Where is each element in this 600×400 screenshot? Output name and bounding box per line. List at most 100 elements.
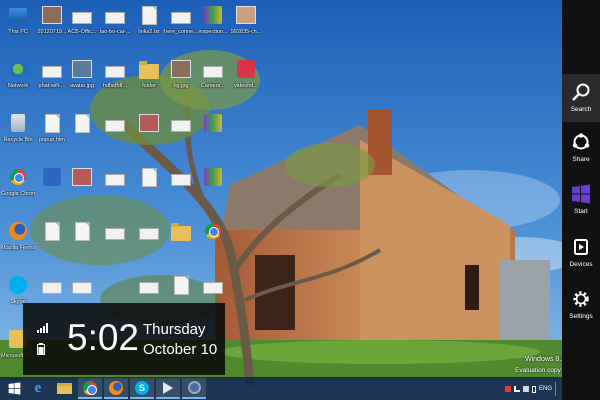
image-icon	[203, 281, 223, 294]
desktop-icon-label: popup.htm	[39, 137, 65, 143]
charm-settings-label: Settings	[569, 313, 593, 320]
image-icon	[171, 11, 191, 24]
charm-settings[interactable]: Settings	[562, 281, 600, 329]
desktop-icon-thumb	[72, 112, 92, 134]
desktop-icon[interactable]: tao-bo-cai-...	[98, 4, 132, 46]
desktop-icon-thumb	[139, 4, 159, 26]
desktop-icon-thumb	[8, 220, 28, 242]
charms-bar: Search Share Start Devices Settings	[562, 0, 600, 400]
desktop-icon-thumb	[203, 4, 223, 26]
desktop-icon[interactable]	[164, 166, 198, 208]
text-file-icon	[141, 5, 157, 25]
taskbar-app[interactable]	[182, 378, 206, 399]
desktop-icon-label: hdfsdfdf...	[102, 83, 128, 89]
desktop-icon[interactable]	[196, 166, 230, 208]
evaluation-watermark: Evaluation copy	[515, 367, 561, 374]
desktop-icon-thumb	[8, 274, 28, 296]
tray-network-icon[interactable]	[513, 386, 520, 392]
desktop-icon[interactable]	[98, 220, 132, 262]
start-button[interactable]	[2, 378, 26, 399]
tray-battery-icon[interactable]	[531, 385, 536, 393]
desktop-icon[interactable]: ACB-Offic...	[65, 4, 99, 46]
desktop-icon[interactable]	[65, 166, 99, 208]
tray-language[interactable]: ENG	[539, 386, 552, 392]
desktop-icon[interactable]: bg.jpg	[164, 58, 198, 100]
desktop-icon[interactable]	[65, 112, 99, 154]
os-version-watermark: Windows 8.1	[525, 356, 566, 363]
desktop-icon[interactable]	[196, 112, 230, 154]
desktop-icon[interactable]: videohd...	[229, 58, 263, 100]
archive-icon	[204, 6, 222, 24]
desktop-icon[interactable]: folder	[132, 58, 166, 100]
taskbar-skype[interactable]: S	[130, 378, 154, 399]
archive-icon	[204, 168, 222, 186]
desktop-icon[interactable]: popup.htm	[35, 112, 69, 154]
desktop-icon-label: videohd...	[234, 83, 258, 89]
desktop-icon[interactable]	[196, 220, 230, 262]
share-icon	[571, 132, 591, 152]
image-icon	[105, 11, 125, 24]
desktop-icon[interactable]	[164, 112, 198, 154]
desktop-icon[interactable]	[65, 220, 99, 262]
clock-time: 5:02	[67, 317, 140, 358]
document-icon	[44, 221, 60, 241]
desktop-icon[interactable]: inspection...	[196, 4, 230, 46]
tray-volume-icon[interactable]	[522, 386, 529, 392]
desktop-icon-thumb	[203, 112, 223, 134]
desktop-icon[interactable]	[98, 166, 132, 208]
taskbar-firefox[interactable]	[104, 378, 128, 399]
desktop-icon[interactable]	[132, 166, 166, 208]
desktop-icon-thumb	[203, 58, 223, 80]
desktop-icon[interactable]: hdfsdfdf...	[98, 58, 132, 100]
desktop-icon[interactable]: Recycle Bin	[1, 112, 35, 154]
desktop-icon[interactable]: links2.txt	[132, 4, 166, 46]
desktop-icon[interactable]: Google Chrome	[1, 166, 35, 208]
image-icon	[171, 119, 191, 132]
desktop-icon-label: This PC	[8, 29, 28, 35]
taskbar-chrome[interactable]	[78, 378, 102, 399]
desktop-icon-label: tao-bo-cai-...	[99, 29, 131, 35]
desktop-icon-thumb	[203, 220, 223, 242]
desktop-icon-label: Network	[7, 83, 29, 89]
desktop-icon[interactable]: phat-wifi-...	[35, 58, 69, 100]
image-icon	[105, 227, 125, 240]
tray-flag-icon[interactable]	[504, 386, 511, 392]
charm-search[interactable]: Search	[562, 74, 600, 122]
show-desktop-button[interactable]	[555, 382, 558, 396]
charm-share[interactable]: Share	[562, 124, 600, 172]
photo-icon	[171, 60, 191, 78]
taskbar: e S ENG	[0, 377, 562, 400]
desktop-icon[interactable]	[132, 220, 166, 262]
desktop-icon[interactable]: Camera...	[196, 58, 230, 100]
desktop-icon[interactable]	[35, 166, 69, 208]
desktop-icon[interactable]: 20120719...	[35, 4, 69, 46]
desktop-icon[interactable]: here_conne...	[164, 4, 198, 46]
taskbar-media-player[interactable]	[156, 378, 180, 399]
desktop-icon[interactable]	[164, 220, 198, 262]
desktop-icon[interactable]	[132, 112, 166, 154]
desktop-icon-thumb	[171, 274, 191, 296]
photo-icon	[236, 6, 256, 24]
taskbar-internet-explorer[interactable]: e	[26, 378, 50, 399]
image-icon	[139, 281, 159, 294]
charm-devices[interactable]: Devices	[562, 229, 600, 277]
folder-icon	[139, 60, 159, 79]
devices-icon	[571, 237, 591, 257]
desktop-icon[interactable]: 992835-ch...	[229, 4, 263, 46]
clock-day: Thursday	[143, 321, 206, 338]
desktop-icon[interactable]: avatar.jpg	[65, 58, 99, 100]
desktop-icon-thumb	[139, 274, 159, 296]
desktop-icon-thumb	[42, 166, 62, 188]
desktop-icon[interactable]	[98, 112, 132, 154]
desktop-icon[interactable]: Mozilla Firefox	[1, 220, 35, 262]
desktop-icon[interactable]: This PC	[1, 4, 35, 46]
desktop-icon-thumb	[105, 4, 125, 26]
desktop-icon-label: 20120719...	[37, 29, 67, 35]
desktop-icon-thumb	[171, 112, 191, 134]
document-icon	[74, 221, 90, 241]
charm-start[interactable]: Start	[562, 176, 600, 224]
desktop-icon[interactable]: Network	[1, 58, 35, 100]
taskbar-file-explorer[interactable]	[52, 378, 76, 399]
desktop-icon[interactable]	[35, 220, 69, 262]
photo-icon	[42, 6, 62, 24]
